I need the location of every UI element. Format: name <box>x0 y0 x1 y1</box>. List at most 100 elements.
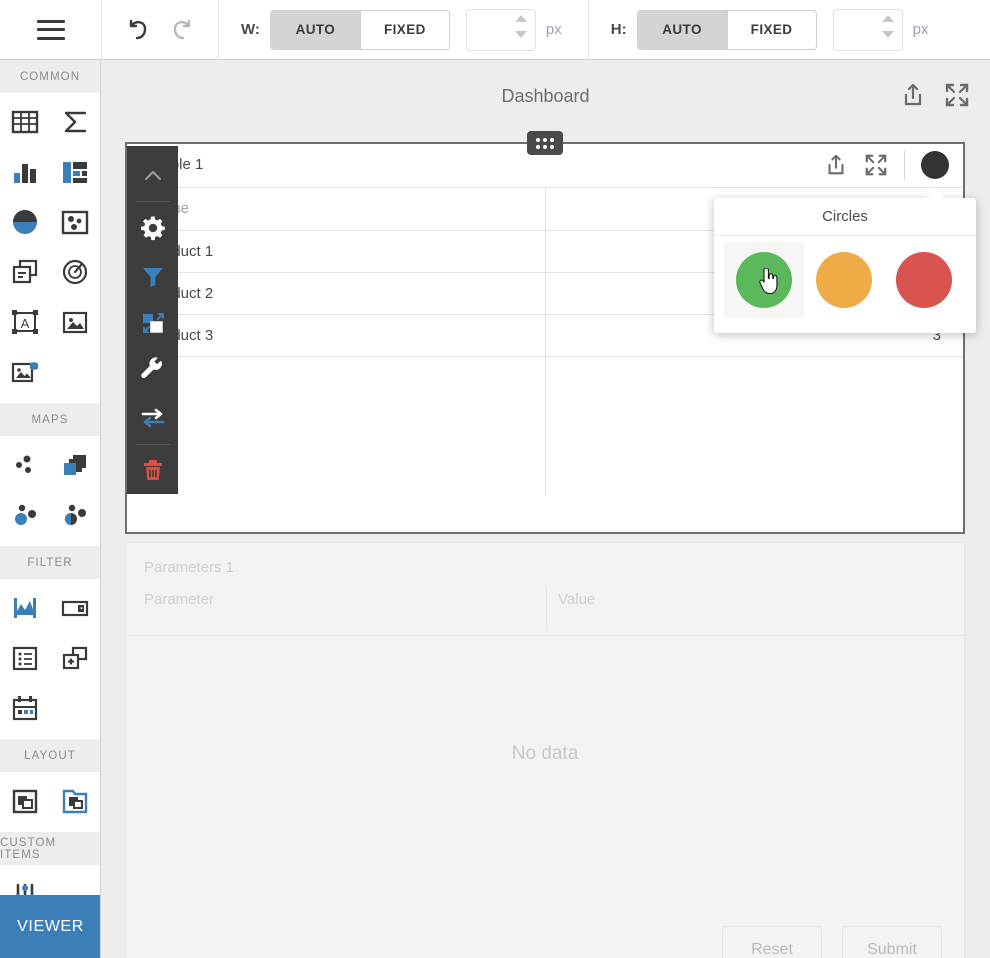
cell-name: Product 1 <box>127 230 546 273</box>
sidebar-row <box>0 583 100 633</box>
viewer-button[interactable]: VIEWER <box>0 895 100 958</box>
sidebar-empty-cell <box>50 683 100 733</box>
table-filler-row <box>127 356 963 496</box>
drag-handle-icon[interactable] <box>527 131 563 155</box>
sidebar-row <box>0 683 100 733</box>
green-circle-icon <box>736 252 792 308</box>
height-input[interactable] <box>832 8 903 51</box>
point-map-icon <box>16 455 31 473</box>
layers-map-icon <box>64 455 86 475</box>
fullscreen-icon[interactable] <box>944 82 970 108</box>
wrench-icon[interactable] <box>127 347 178 394</box>
sidebar-section-filter-title: FILTER <box>0 546 100 579</box>
delete-trash-icon[interactable] <box>127 447 178 494</box>
width-stepper-icon[interactable] <box>514 14 527 38</box>
cell-name: Product 2 <box>127 272 546 315</box>
width-auto-button[interactable]: AUTO <box>270 10 360 49</box>
empty-state-message: No data <box>511 743 579 764</box>
red-circle-icon <box>896 252 952 308</box>
widget-share-icon[interactable] <box>824 153 848 177</box>
height-auto-button[interactable]: AUTO <box>637 10 727 49</box>
swap-arrows-icon[interactable] <box>127 394 178 441</box>
sidebar-item-range-slider-filter[interactable] <box>0 583 50 633</box>
cell-empty <box>127 356 546 496</box>
widget-toolbar <box>127 146 178 494</box>
sidebar-row <box>0 197 100 247</box>
width-mode-segment: AUTO FIXED <box>269 9 450 50</box>
height-stepper-icon[interactable] <box>881 14 894 38</box>
sidebar-section-maps <box>0 436 100 546</box>
panel-icon <box>12 789 38 814</box>
sidebar-item-calendar-filter[interactable] <box>0 683 50 733</box>
sidebar-item-image[interactable] <box>50 297 100 347</box>
sidebar-empty-cell <box>50 347 100 397</box>
color-circle-icon[interactable] <box>921 151 949 179</box>
parameters-buttons: Reset Submit <box>722 926 942 958</box>
sidebar-section-custom-title: CUSTOM ITEMS <box>0 832 100 865</box>
reset-button[interactable]: Reset <box>722 926 822 958</box>
sidebar-item-point-map[interactable] <box>0 440 50 490</box>
sidebar-item-add-filter[interactable] <box>50 633 100 683</box>
sidebar-item-tab-group[interactable] <box>50 776 100 826</box>
width-label: W: <box>241 21 260 38</box>
menu-button[interactable] <box>0 0 101 60</box>
sidebar-item-image-data[interactable] <box>0 347 50 397</box>
share-icon[interactable] <box>900 82 926 108</box>
column-header-name[interactable]: Name <box>127 188 546 231</box>
height-unit: px <box>912 21 929 38</box>
width-unit: px <box>545 21 562 38</box>
sidebar-item-dashboard-blocks[interactable] <box>50 147 100 197</box>
bubble-map-icon <box>15 504 36 525</box>
text-box-icon: A <box>12 310 38 334</box>
parameters-panel: Parameters 1 Parameter Value No data Res… <box>125 542 965 958</box>
left-sidebar: COMMON A MAPS FILTER LAYOUT CUSTOM ITEMS… <box>0 60 101 958</box>
calendar-filter-icon <box>12 696 38 721</box>
sidebar-item-indicator[interactable] <box>50 97 100 147</box>
range-slider-filter-icon <box>14 598 36 618</box>
sidebar-item-bubble-map[interactable] <box>0 490 50 540</box>
height-fixed-button[interactable]: FIXED <box>726 10 816 49</box>
parameters-panel-title: Parameters 1 <box>144 559 235 576</box>
app-root: W: AUTO FIXED px H: AUTO FIXED px COMMON <box>0 0 990 958</box>
filter-funnel-icon[interactable] <box>127 252 178 299</box>
bar-chart-icon <box>14 164 36 183</box>
column-header-value: Value <box>558 591 596 608</box>
widget-actions <box>824 150 949 180</box>
sidebar-item-pie-map[interactable] <box>50 490 100 540</box>
top-toolbar: W: AUTO FIXED px H: AUTO FIXED px <box>0 0 990 60</box>
pie-chart-icon <box>13 210 37 234</box>
sidebar-item-panel[interactable] <box>0 776 50 826</box>
sidebar-item-pie-chart[interactable] <box>0 197 50 247</box>
sidebar-item-dropdown-filter[interactable] <box>50 583 100 633</box>
main-area: Dashboard Table 1 Product 1 Product 2 Pr… <box>101 60 990 958</box>
sidebar-item-bubble-chart[interactable] <box>50 197 100 247</box>
redo-icon[interactable] <box>170 17 196 43</box>
undo-icon[interactable] <box>124 17 150 43</box>
sidebar-row <box>0 776 100 826</box>
sidebar-item-bar-chart[interactable] <box>0 147 50 197</box>
orange-circle-icon <box>816 252 872 308</box>
submit-button[interactable]: Submit <box>842 926 942 958</box>
sidebar-item-text-box[interactable]: A <box>0 297 50 347</box>
sidebar-item-list-filter[interactable] <box>0 633 50 683</box>
resize-widget-icon[interactable] <box>127 299 178 346</box>
widget-toolbar-divider <box>135 201 170 203</box>
swatch-red-circle[interactable] <box>884 242 964 318</box>
width-fixed-button[interactable]: FIXED <box>359 10 449 49</box>
sidebar-item-gauge[interactable] <box>50 247 100 297</box>
sidebar-section-layout-title: LAYOUT <box>0 739 100 772</box>
sidebar-item-layers-map[interactable] <box>50 440 100 490</box>
sidebar-item-text-card[interactable] <box>0 247 50 297</box>
collapse-chevron-up-icon[interactable] <box>127 152 178 199</box>
widget-fullscreen-icon[interactable] <box>864 153 888 177</box>
sidebar-item-table[interactable] <box>0 97 50 147</box>
sidebar-section-layout <box>0 772 100 832</box>
settings-gear-icon[interactable] <box>127 204 178 251</box>
width-input[interactable] <box>465 8 536 51</box>
dashboard-blocks-icon <box>63 162 87 183</box>
parameters-rule <box>126 635 964 636</box>
swatch-green-circle[interactable] <box>724 242 804 318</box>
sidebar-row: A <box>0 297 100 347</box>
swatch-orange-circle[interactable] <box>804 242 884 318</box>
sidebar-row <box>0 97 100 147</box>
